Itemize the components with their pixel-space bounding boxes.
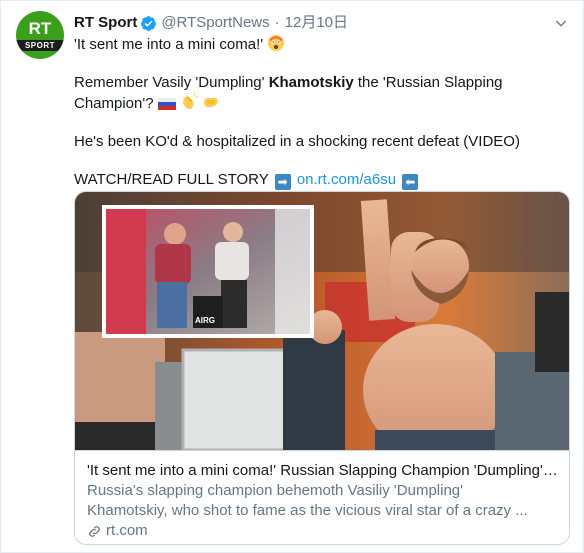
tweet-timestamp[interactable]: 12月10日 bbox=[285, 13, 348, 33]
card-title[interactable]: 'It sent me into a mini coma!' Russian S… bbox=[87, 461, 559, 481]
card-desc-line1: Russia's slapping champion behemoth Vasi… bbox=[87, 482, 464, 499]
tweet-line-ko: He's been KO'd & hospitalized in a shock… bbox=[74, 133, 520, 150]
story-link[interactable]: on.rt.com/a6su bbox=[297, 171, 396, 188]
right-arrow-icon: ➡ bbox=[274, 174, 291, 190]
inset-banner-text: AIRG bbox=[195, 316, 215, 325]
card-text[interactable]: 'It sent me into a mini coma!' Russian S… bbox=[75, 450, 569, 544]
left-arrow-icon: ⬅ bbox=[402, 174, 419, 190]
author-handle[interactable]: @RTSportNews bbox=[161, 13, 269, 33]
tweet-line2-bold: Khamotskiy bbox=[268, 74, 354, 91]
card-domain-text: rt.com bbox=[106, 522, 148, 539]
separator-dot: · bbox=[274, 14, 280, 31]
avatar-logo-sub: SPORT bbox=[16, 39, 64, 51]
tweet-header: RT Sport @RTSportNews · 12月10日 bbox=[74, 13, 348, 33]
author-name[interactable]: RT Sport bbox=[74, 13, 137, 33]
verified-badge-icon bbox=[141, 15, 157, 31]
tweet-line-quote: 'It sent me into a mini coma!' bbox=[74, 34, 574, 55]
card-domain[interactable]: rt.com bbox=[87, 521, 559, 541]
russia-flag-icon bbox=[157, 98, 176, 110]
card-photo: AIRG bbox=[75, 192, 569, 450]
tweet-text: 'It sent me into a mini coma!' Remember … bbox=[74, 34, 574, 208]
link-preview-card[interactable]: AIRG 'It sent me into a mini coma!' Russ… bbox=[74, 191, 570, 545]
tweet-line-watch: WATCH/READ FULL STORY ➡ on.rt.com/a6su ⬅ bbox=[74, 170, 574, 190]
tweet-line-remember: Remember Vasily 'Dumpling' Khamotskiy th… bbox=[74, 73, 574, 114]
caret-down-icon[interactable] bbox=[553, 15, 569, 31]
avatar[interactable]: RT SPORT bbox=[16, 11, 64, 59]
astonished-face-icon bbox=[268, 35, 285, 51]
tweet-line2-before: Remember Vasily 'Dumpling' bbox=[74, 74, 269, 91]
avatar-logo: RT bbox=[28, 18, 52, 38]
clapping-hands-icon bbox=[204, 98, 218, 108]
card-description: Russia's slapping champion behemoth Vasi… bbox=[87, 481, 559, 521]
card-desc-line2: Khamotskiy, who shot to fame as the vici… bbox=[87, 502, 528, 519]
card-image[interactable]: AIRG bbox=[75, 192, 569, 450]
tweet-card[interactable]: RT SPORT RT Sport @RTSportNews · 12月10日 … bbox=[0, 0, 584, 553]
link-icon bbox=[89, 525, 100, 537]
tweet-line1-text: 'It sent me into a mini coma!' bbox=[74, 36, 264, 53]
clapping-hands-icon bbox=[182, 93, 198, 110]
watch-label: WATCH/READ FULL STORY bbox=[74, 171, 269, 188]
